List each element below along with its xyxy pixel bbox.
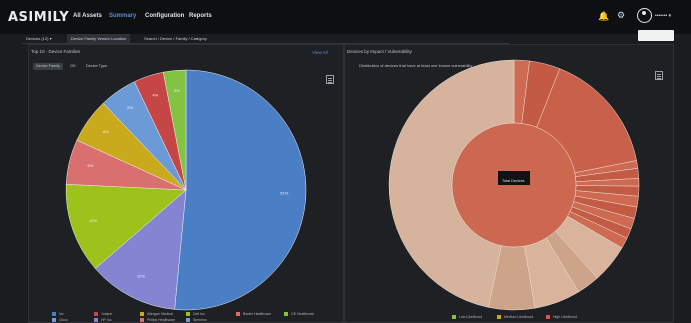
legend-swatch (94, 318, 98, 323)
legend-item[interactable]: GE Healthcare (284, 311, 314, 317)
legend-swatch (140, 312, 144, 317)
legend-item[interactable]: Low Likelihood (452, 314, 482, 320)
legend-swatch (186, 318, 190, 323)
legend-item[interactable]: Baxter Healthcare (236, 311, 271, 317)
legend-swatch (52, 312, 56, 317)
legend-item[interactable]: Philips Healthcare (140, 317, 175, 323)
legend-item[interactable]: Cisco (52, 317, 68, 323)
legend-swatch (546, 315, 550, 320)
legend-swatch (236, 312, 240, 317)
legend-swatch (94, 312, 98, 317)
vulnerability-sunburst-chart: Total Devices (388, 59, 640, 311)
legend-swatch (497, 315, 501, 320)
legend-item[interactable]: High Likelihood (546, 314, 577, 320)
legend-swatch (284, 312, 288, 317)
legend-item[interactable]: Medium Likelihood (497, 314, 533, 320)
legend-item[interactable]: Siemens (186, 317, 207, 323)
legend-swatch (140, 318, 144, 323)
legend-swatch (52, 318, 56, 323)
legend-item[interactable]: HP Inc. (94, 317, 112, 323)
center-sublabel: Total Devices (502, 179, 525, 183)
legend-swatch (452, 315, 456, 320)
legend-swatch (186, 312, 190, 317)
